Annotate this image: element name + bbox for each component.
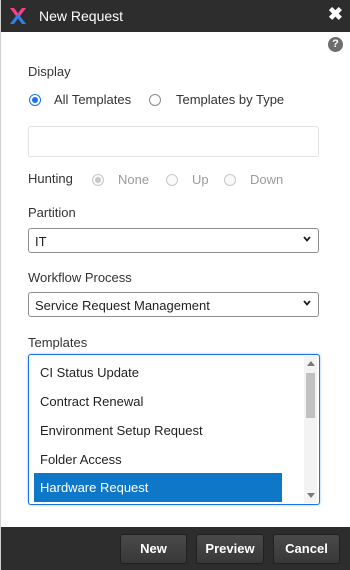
dialog-title: New Request (39, 8, 124, 24)
radio-hunting-down-label[interactable]: Down (250, 172, 283, 187)
close-icon[interactable]: ✖ (328, 4, 343, 24)
new-button[interactable]: New (120, 534, 187, 564)
radio-templates-by-type-label[interactable]: Templates by Type (176, 92, 284, 107)
list-item-hardware-request[interactable]: Hardware Request (34, 473, 282, 502)
list-item-contract-renewal[interactable]: Contract Renewal (34, 387, 282, 416)
templates-scrollbar[interactable] (304, 356, 317, 503)
partition-select[interactable]: IT (28, 228, 319, 253)
chevron-down-icon (303, 236, 311, 242)
template-search-input[interactable] (28, 126, 319, 157)
app-logo-icon (10, 8, 26, 24)
templates-label: Templates (28, 335, 88, 350)
preview-button[interactable]: Preview (196, 534, 264, 564)
templates-listbox[interactable]: CI Status Update Contract Renewal Enviro… (28, 354, 320, 505)
chevron-down-icon (303, 300, 311, 306)
radio-hunting-up[interactable] (166, 174, 178, 186)
radio-templates-by-type[interactable] (149, 94, 161, 106)
partition-label: Partition (28, 205, 76, 220)
scroll-up-arrow-icon[interactable] (307, 361, 315, 366)
dialog-footer: New Preview Cancel (1, 527, 350, 570)
radio-all-templates-label[interactable]: All Templates (54, 92, 131, 107)
cancel-button[interactable]: Cancel (273, 534, 340, 564)
scroll-down-arrow-icon[interactable] (307, 493, 315, 498)
list-item-folder-access[interactable]: Folder Access (34, 445, 282, 474)
list-item-environment-setup-request[interactable]: Environment Setup Request (34, 416, 282, 445)
radio-all-templates[interactable] (29, 94, 41, 106)
scroll-thumb[interactable] (306, 373, 315, 418)
partition-value: IT (35, 234, 47, 249)
new-request-dialog: New Request ✖ ? Display All Templates Te… (0, 0, 350, 570)
list-item-ci-status-update[interactable]: CI Status Update (34, 358, 282, 387)
radio-hunting-none[interactable] (92, 174, 104, 186)
title-bar[interactable]: New Request ✖ (1, 0, 350, 32)
workflow-label: Workflow Process (28, 270, 132, 285)
display-label: Display (28, 64, 71, 79)
workflow-select[interactable]: Service Request Management (28, 292, 319, 317)
radio-hunting-none-label[interactable]: None (118, 172, 149, 187)
hunting-label: Hunting (28, 171, 73, 186)
radio-hunting-up-label[interactable]: Up (192, 172, 209, 187)
radio-hunting-down[interactable] (224, 174, 236, 186)
help-icon[interactable]: ? (328, 37, 343, 52)
workflow-value: Service Request Management (35, 298, 210, 313)
